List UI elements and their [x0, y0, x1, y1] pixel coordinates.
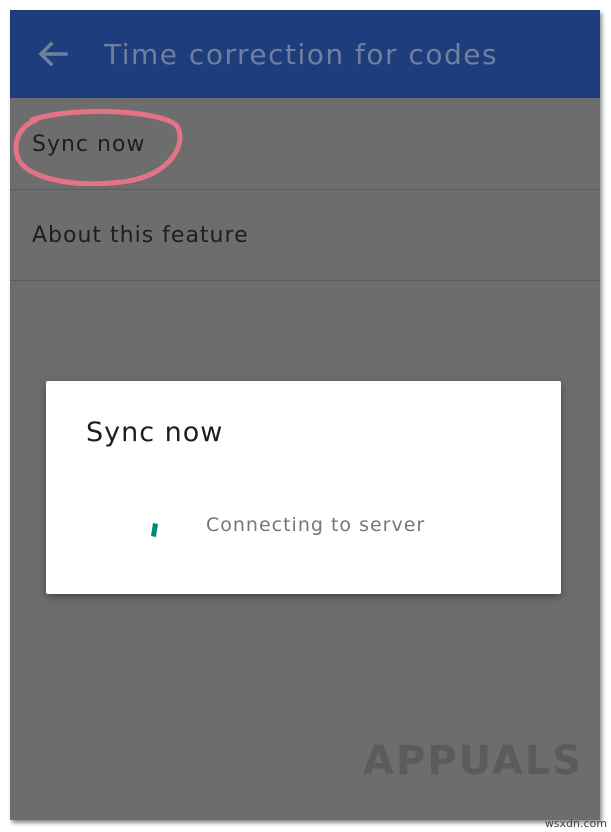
appuals-watermark: APPUALS [363, 738, 583, 784]
sync-dialog: Sync now Connecting to server [46, 381, 561, 594]
site-watermark: wsxdn.com [544, 817, 607, 830]
app-screen: Time correction for codes Sync now About… [10, 10, 600, 820]
arrow-left-icon[interactable] [34, 35, 72, 73]
dialog-message: Connecting to server [206, 514, 426, 536]
sync-now-item[interactable]: Sync now [10, 100, 600, 190]
loading-spinner-icon [151, 523, 158, 537]
page-title: Time correction for codes [104, 37, 499, 71]
about-feature-label: About this feature [32, 223, 249, 248]
sync-now-label: Sync now [32, 132, 146, 157]
app-bar: Time correction for codes [10, 10, 600, 98]
dialog-title: Sync now [86, 417, 224, 448]
watermark-text: APPUALS [363, 738, 584, 784]
about-feature-item[interactable]: About this feature [10, 191, 600, 281]
